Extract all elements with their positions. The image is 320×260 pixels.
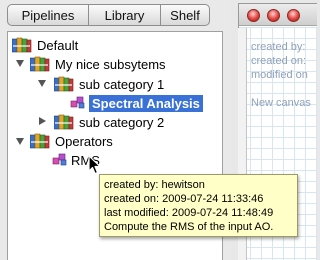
tab-bar: Pipelines Library Shelf — [7, 4, 210, 26]
mouse-pointer-icon — [88, 155, 101, 175]
block-icon — [70, 96, 85, 109]
tree-node-spectral-analysis[interactable]: Spectral Analysis — [70, 94, 203, 112]
tree-node-default[interactable]: Default — [12, 36, 78, 54]
zoom-window-icon[interactable] — [287, 9, 300, 22]
window-titlebar[interactable] — [239, 4, 317, 26]
tooltip-created-by: created by: hewitson — [104, 179, 205, 191]
folder-binders-icon — [30, 56, 50, 72]
tree-node-label: My nice subsytems — [55, 56, 166, 72]
tooltip-description: Compute the RMS of the input AO. — [104, 221, 274, 233]
canvas-name: New canvas — [251, 97, 311, 109]
folder-binders-icon — [54, 76, 74, 92]
canvas-created-on: created on: — [251, 55, 307, 67]
folder-binders-icon — [30, 133, 50, 149]
minimize-window-icon[interactable] — [267, 9, 280, 22]
disclosure-triangle-expanded-icon[interactable] — [16, 138, 24, 145]
close-window-icon[interactable] — [247, 9, 260, 22]
folder-binders-icon — [54, 114, 74, 130]
folder-binders-icon — [12, 37, 32, 53]
disclosure-triangle-expanded-icon[interactable] — [38, 80, 46, 87]
tree-node-subcategory-1[interactable]: sub category 1 — [54, 75, 164, 93]
app-root: Pipelines Library Shelf Default My nice … — [0, 0, 317, 260]
tooltip-created-on: created on: 2009-07-24 11:33:46 — [104, 193, 264, 205]
disclosure-triangle-collapsed-icon[interactable] — [39, 117, 46, 125]
tree-node-label: sub category 1 — [79, 76, 165, 92]
tree-node-subsystems[interactable]: My nice subsytems — [30, 55, 166, 73]
tab-shelf[interactable]: Shelf — [161, 5, 209, 25]
tab-pipelines[interactable]: Pipelines — [8, 5, 89, 25]
tree-node-label-selected: Spectral Analysis — [89, 94, 203, 112]
tree-node-operators[interactable]: Operators — [30, 132, 113, 150]
block-icon — [52, 153, 67, 166]
tree-node-subcategory-2[interactable]: sub category 2 — [54, 113, 164, 131]
tree-node-label: Operators — [55, 133, 113, 149]
tree-node-label: sub category 2 — [79, 114, 165, 130]
tab-library[interactable]: Library — [89, 5, 161, 25]
block-info-tooltip: created by: hewitson created on: 2009-07… — [99, 174, 298, 237]
disclosure-triangle-expanded-icon[interactable] — [16, 60, 24, 67]
tooltip-last-modified: last modified: 2009-07-24 11:48:49 — [104, 207, 274, 219]
canvas-created-by: created by: — [251, 41, 306, 53]
canvas-modified-on: modified on — [251, 69, 308, 81]
tree-node-label: Default — [37, 37, 79, 53]
